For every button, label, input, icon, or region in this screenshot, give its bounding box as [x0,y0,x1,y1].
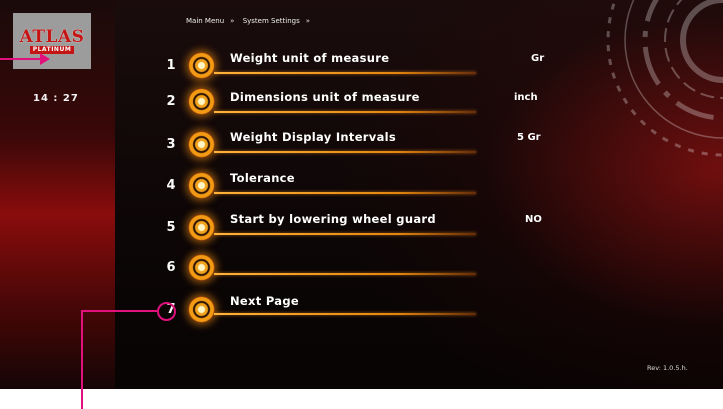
logo-subtitle: PLATINUM [29,45,75,54]
menu-underline [214,273,476,275]
menu-number-1: 1 [166,58,176,73]
clock: 14 : 27 [33,93,79,104]
breadcrumb-separator: » [230,17,235,25]
menu-knob-icon[interactable] [188,88,215,115]
menu-number-4: 4 [166,178,176,193]
menu-number-6: 6 [166,260,176,275]
menu-item-tolerance[interactable]: Tolerance [230,171,295,185]
menu-underline [214,151,476,153]
menu-item-weight-unit[interactable]: Weight unit of measure [230,51,389,65]
menu-number-2: 2 [166,94,176,109]
menu-item-lower-wheel-guard[interactable]: Start by lowering wheel guard [230,212,436,226]
annotation-leader-line [81,310,83,409]
menu-number-5: 5 [166,220,176,235]
breadcrumb-separator: » [305,17,311,25]
breadcrumb: Main Menu » System Settings » [186,17,316,25]
menu-knob-icon[interactable] [188,296,215,323]
menu-underline [214,313,476,315]
menu-item-next-page[interactable]: Next Page [230,294,299,308]
logo-brand: ATLAS [19,26,85,47]
screen: ATLAS PLATINUM 14 : 27 Main Menu » System… [0,0,723,389]
menu-underline [214,72,476,74]
decorative-rings [606,0,723,157]
revision-label: Rev: 1.0.5.h. [647,364,688,372]
menu-value-weight-unit: Gr [531,53,545,64]
annotation-leader-line [81,310,157,312]
annotation-arrow [0,58,42,60]
breadcrumb-main-menu[interactable]: Main Menu [186,17,224,25]
annotation-circle-marker [157,302,176,321]
breadcrumb-system-settings[interactable]: System Settings [243,17,300,25]
menu-knob-icon[interactable] [188,52,215,79]
menu-underline [214,233,476,235]
annotation-arrowhead [40,53,50,65]
menu-knob-icon[interactable] [188,131,215,158]
menu-underline [214,192,476,194]
menu-number-3: 3 [166,137,176,152]
menu-item-weight-intervals[interactable]: Weight Display Intervals [230,130,396,144]
atlas-logo: ATLAS PLATINUM [13,13,91,69]
menu-value-weight-intervals: 5 Gr [517,132,541,143]
menu-knob-icon[interactable] [188,254,215,281]
menu-knob-icon[interactable] [188,214,215,241]
menu-item-dimensions-unit[interactable]: Dimensions unit of measure [230,90,420,104]
menu-underline [214,111,476,113]
menu-value-lower-wheel-guard: NO [525,214,542,225]
menu-value-dimensions-unit: inch [514,92,538,103]
menu-knob-icon[interactable] [188,172,215,199]
